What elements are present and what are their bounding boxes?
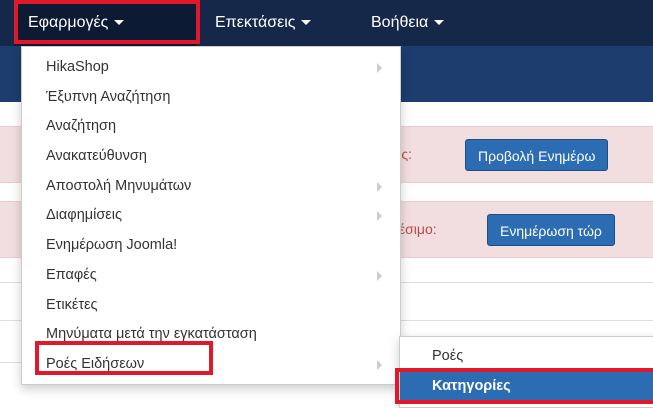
submenu-item-categories[interactable]: Κατηγορίες xyxy=(400,372,653,401)
nav-menu-extensions[interactable]: Επεκτάσεις xyxy=(215,0,312,46)
submenu-arrow-icon xyxy=(377,62,382,73)
newsfeeds-submenu: Ροές Κατηγορίες xyxy=(399,336,653,408)
submenu-arrow-icon xyxy=(377,211,382,222)
caret-down-icon xyxy=(434,20,445,26)
update-now-button[interactable]: Ενημέρωση τώρ xyxy=(487,214,615,246)
menu-item-banners[interactable]: Διαφημίσεις xyxy=(22,201,400,231)
menu-item-tags[interactable]: Ετικέτες xyxy=(22,291,400,321)
caret-down-icon xyxy=(114,20,125,26)
menu-item-label: Επαφές xyxy=(46,266,97,283)
menu-item-search[interactable]: Αναζήτηση xyxy=(22,112,400,142)
menu-item-newsfeeds[interactable]: Ροές Ειδήσεων xyxy=(22,350,400,380)
nav-applications-label: Εφαρμογές xyxy=(28,14,109,31)
menu-item-messaging[interactable]: Αποστολή Μηνυμάτων xyxy=(22,172,400,202)
menu-item-postinstall-messages[interactable]: Μηνύματα μετά την εγκατάσταση xyxy=(22,320,400,350)
submenu-item-feeds[interactable]: Ροές xyxy=(400,342,653,371)
menu-item-label: Ενημέρωση Joomla! xyxy=(46,237,178,254)
applications-dropdown-menu: HikaShop Έξυπνη Αναζήτηση Αναζήτηση Ανακ… xyxy=(21,46,401,385)
menu-item-label: Ετικέτες xyxy=(46,296,98,313)
menu-item-redirect[interactable]: Ανακατεύθυνση xyxy=(22,142,400,172)
nav-menu-help[interactable]: Βοήθεια xyxy=(371,0,445,46)
menu-item-joomla-update[interactable]: Ενημέρωση Joomla! xyxy=(22,231,400,261)
nav-extensions-label: Επεκτάσεις xyxy=(215,14,296,31)
menu-item-contacts[interactable]: Επαφές xyxy=(22,261,400,291)
submenu-arrow-icon xyxy=(377,270,382,281)
caret-down-icon xyxy=(301,20,312,26)
menu-item-label: HikaShop xyxy=(46,59,109,75)
menu-item-label: Αποστολή Μηνυμάτων xyxy=(46,177,192,194)
view-updates-button[interactable]: Προβολή Ενημέρω xyxy=(465,139,609,171)
menu-item-label: Διαφημίσεις xyxy=(46,207,122,224)
submenu-item-label: Ροές xyxy=(432,348,464,364)
menu-item-hikashop[interactable]: HikaShop xyxy=(22,53,400,83)
nav-menu-applications[interactable]: Εφαρμογές xyxy=(14,0,196,46)
submenu-arrow-icon xyxy=(377,359,382,370)
submenu-item-label: Κατηγορίες xyxy=(432,378,511,394)
top-navbar: Εφαρμογές Επεκτάσεις Βοήθεια xyxy=(0,0,653,46)
submenu-arrow-icon xyxy=(377,181,382,192)
menu-item-label: Έξυπνη Αναζήτηση xyxy=(46,88,171,105)
menu-item-smart-search[interactable]: Έξυπνη Αναζήτηση xyxy=(22,83,400,113)
menu-item-label: Μηνύματα μετά την εγκατάσταση xyxy=(46,326,257,343)
menu-item-label: Ανακατεύθυνση xyxy=(46,148,147,165)
menu-item-label: Ροές Ειδήσεων xyxy=(46,355,145,372)
menu-item-label: Αναζήτηση xyxy=(46,118,117,135)
nav-help-label: Βοήθεια xyxy=(371,14,429,31)
